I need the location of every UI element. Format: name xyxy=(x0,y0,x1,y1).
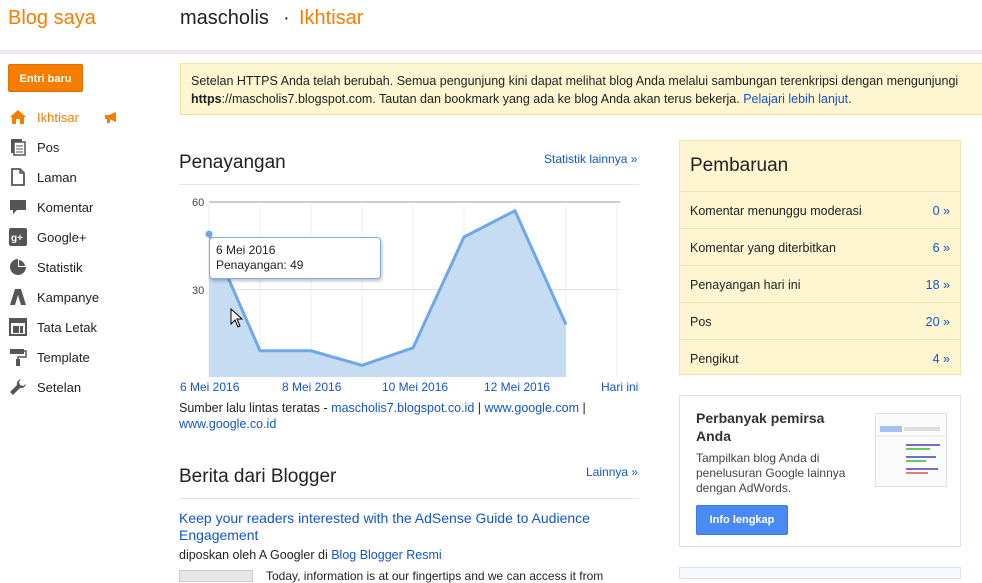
update-row-followers: Pengikut 4 » xyxy=(680,339,960,376)
sidebar-item-label: Kampanye xyxy=(37,289,100,305)
notice-text-2: ://mascholis7.blogspot.com. Tautan dan b… xyxy=(221,92,740,106)
posts-icon xyxy=(8,137,28,157)
y-tick-label: 60 xyxy=(192,197,205,209)
tooltip-value: Penayangan: 49 xyxy=(216,258,304,272)
traffic-sources: Sumber lalu lintas teratas - mascholis7.… xyxy=(179,400,639,432)
sidebar-item-layout[interactable]: Tata Letak xyxy=(8,315,158,339)
notice-text: Setelan HTTPS Anda telah berubah. Semua … xyxy=(191,74,959,88)
next-panel xyxy=(679,567,961,579)
svg-text:g+: g+ xyxy=(11,233,23,244)
sidebar-item-stats[interactable]: Statistik xyxy=(8,255,158,279)
news-byline: diposkan oleh A Googler di Blog Blogger … xyxy=(179,548,442,562)
views-title: Penayangan xyxy=(179,152,286,173)
update-count-link[interactable]: 4 » xyxy=(933,352,950,366)
sidebar-item-label: Setelan xyxy=(37,379,82,395)
updates-title: Pembaruan xyxy=(690,155,789,176)
update-count-link[interactable]: 20 » xyxy=(926,315,950,329)
update-row-views-today: Penayangan hari ini 18 » xyxy=(680,265,960,302)
update-label: Penayangan hari ini xyxy=(690,278,801,292)
sidebar-item-settings[interactable]: Setelan xyxy=(8,375,158,399)
learn-more-link[interactable]: Pelajari lebih lanjut xyxy=(743,92,848,106)
update-label: Pos xyxy=(690,315,712,329)
sidebar-item-label: Ikhtisar xyxy=(37,109,79,125)
search-results-illustration xyxy=(875,413,947,487)
update-row-posts: Pos 20 » xyxy=(680,302,960,339)
sidebar-item-overview[interactable]: Ikhtisar xyxy=(8,105,158,129)
tooltip-date: 6 Mei 2016 xyxy=(216,243,276,257)
sidebar-item-label: Statistik xyxy=(37,259,83,275)
update-label: Pengikut xyxy=(690,352,739,366)
https-notice: Setelan HTTPS Anda telah berubah. Semua … xyxy=(180,63,982,115)
x-tick-label: 12 Mei 2016 xyxy=(484,380,551,394)
more-stats-link[interactable]: Statistik lainnya » xyxy=(544,152,637,166)
wrench-icon xyxy=(8,377,28,397)
title-separator: · xyxy=(283,7,290,29)
sources-label: Sumber lalu lintas teratas - xyxy=(179,401,332,415)
home-icon xyxy=(8,107,28,127)
byline-prefix: diposkan oleh A Googler di xyxy=(179,548,332,562)
pages-icon xyxy=(8,167,28,187)
mouse-cursor-icon xyxy=(230,308,244,328)
updates-panel: Pembaruan Komentar menunggu moderasi 0 »… xyxy=(679,140,961,375)
sidebar-item-label: Komentar xyxy=(37,199,94,215)
paint-roller-icon xyxy=(8,347,28,367)
news-excerpt: Today, information is at our fingertips … xyxy=(266,569,604,583)
update-label: Komentar yang diterbitkan xyxy=(690,241,836,255)
new-post-button[interactable]: Entri baru xyxy=(8,64,83,92)
my-blogs-link[interactable]: Blog saya xyxy=(8,7,96,30)
comment-icon xyxy=(8,197,28,217)
app-header: Blog saya mascholis · Ikhtisar xyxy=(0,0,982,50)
x-tick-label: 6 Mei 2016 xyxy=(180,380,240,394)
megaphone-icon[interactable] xyxy=(104,111,120,123)
sidebar-item-label: Template xyxy=(37,349,90,365)
chart-tooltip: 6 Mei 2016 Penayangan: 49 xyxy=(209,237,381,279)
more-info-button[interactable]: Info lengkap xyxy=(696,505,788,535)
update-row-pending-comments: Komentar menunggu moderasi 0 » xyxy=(680,191,960,228)
sidebar-item-template[interactable]: Template xyxy=(8,345,158,369)
notice-bold: https xyxy=(191,92,222,106)
update-label: Komentar menunggu moderasi xyxy=(690,204,862,218)
sidebar-item-google-plus[interactable]: g+ Google+ xyxy=(8,225,158,249)
adwords-promo: Perbanyak pemirsa Anda Tampilkan blog An… xyxy=(679,395,961,547)
sidebar-item-comments[interactable]: Komentar xyxy=(8,195,158,219)
sidebar-item-campaigns[interactable]: Kampanye xyxy=(8,285,158,309)
update-count-link[interactable]: 0 » xyxy=(933,204,950,218)
source-link[interactable]: www.google.co.id xyxy=(179,417,276,431)
x-tick-label: 10 Mei 2016 xyxy=(382,380,449,394)
source-link[interactable]: www.google.com xyxy=(485,401,580,415)
promo-title: Perbanyak pemirsa Anda xyxy=(696,410,825,444)
source-sep: | xyxy=(474,401,485,415)
layout-icon xyxy=(8,317,28,337)
source-sep: | xyxy=(579,401,586,415)
y-tick-label: 30 xyxy=(192,285,205,297)
views-divider xyxy=(179,184,639,185)
blogger-blog-link[interactable]: Blog Blogger Resmi xyxy=(331,548,441,562)
sidebar-item-label: Tata Letak xyxy=(37,319,97,335)
source-link[interactable]: mascholis7.blogspot.co.id xyxy=(331,401,474,415)
notice-end: . xyxy=(848,92,852,106)
promo-text: Tampilkan blog Anda di penelusuran Googl… xyxy=(696,451,846,495)
views-chart xyxy=(205,201,620,377)
news-post-title[interactable]: Keep your readers interested with the Ad… xyxy=(179,510,639,544)
update-count-link[interactable]: 6 » xyxy=(933,241,950,255)
x-tick-label: Hari ini xyxy=(601,380,639,394)
header-divider xyxy=(0,50,982,54)
adwords-icon xyxy=(8,287,28,307)
news-title: Berita dari Blogger xyxy=(179,466,337,487)
sidebar-item-label: Google+ xyxy=(37,229,87,245)
more-news-link[interactable]: Lainnya » xyxy=(586,465,638,479)
blog-name: mascholis xyxy=(180,7,269,29)
sidebar-item-label: Pos xyxy=(37,139,60,155)
news-thumbnail xyxy=(179,570,253,582)
sidebar-item-pages[interactable]: Laman xyxy=(8,165,158,189)
update-row-published-comments: Komentar yang diterbitkan 6 » xyxy=(680,228,960,265)
sidebar-item-posts[interactable]: Pos xyxy=(8,135,158,159)
pie-chart-icon xyxy=(8,257,28,277)
x-tick-label: 8 Mei 2016 xyxy=(282,380,342,394)
update-count-link[interactable]: 18 » xyxy=(926,278,950,292)
google-plus-icon: g+ xyxy=(8,227,28,247)
news-divider xyxy=(179,498,639,499)
sidebar-item-label: Laman xyxy=(37,169,77,185)
page-title: Ikhtisar xyxy=(299,7,364,29)
